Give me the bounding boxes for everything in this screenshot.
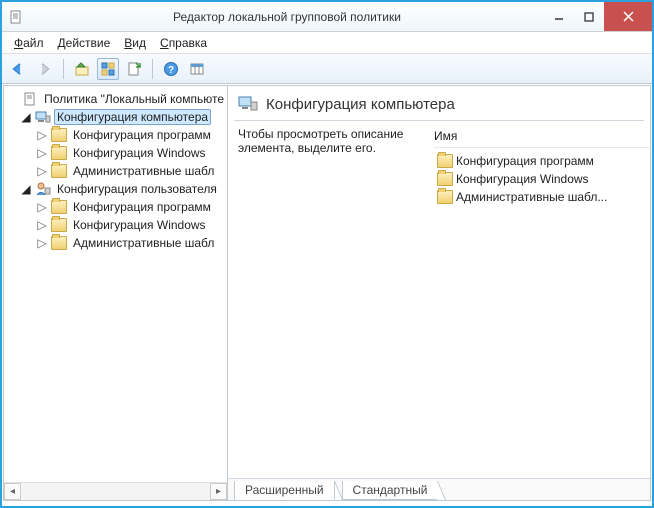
list-item-label: Административные шабл...: [456, 190, 607, 204]
tree-label: Политика "Локальный компьюте: [41, 91, 227, 107]
policy-icon: [23, 91, 39, 107]
tree-label: Конфигурация пользователя: [54, 181, 220, 197]
folder-icon: [51, 146, 67, 160]
tree-label: Конфигурация программ: [70, 199, 214, 215]
menu-view[interactable]: Вид: [118, 34, 152, 52]
window-controls: [544, 2, 652, 31]
tree-root[interactable]: Политика "Локальный компьюте: [4, 90, 227, 108]
list-view[interactable]: Имя Конфигурация программ Конфигурация W…: [434, 127, 650, 478]
collapse-icon[interactable]: ◢: [20, 111, 32, 123]
horizontal-scrollbar[interactable]: ◂ ▸: [4, 482, 227, 500]
toolbar-separator: [63, 59, 64, 79]
folder-icon: [51, 236, 67, 250]
tab-standard[interactable]: Стандартный: [342, 481, 439, 500]
app-icon: [8, 9, 24, 25]
folder-icon: [51, 218, 67, 232]
tab-extended[interactable]: Расширенный: [234, 481, 335, 500]
menu-action[interactable]: Действие: [52, 34, 117, 52]
toolbar: ?: [2, 54, 652, 84]
tab-slope: [437, 481, 445, 500]
user-icon: [35, 181, 51, 197]
tree-label: Конфигурация Windows: [70, 217, 209, 233]
tree-item[interactable]: ▷ Административные шабл: [4, 234, 227, 252]
window-title: Редактор локальной групповой политики: [30, 10, 544, 24]
scroll-right-button[interactable]: ▸: [210, 483, 227, 500]
help-button[interactable]: ?: [160, 58, 182, 80]
up-button[interactable]: [71, 58, 93, 80]
expand-icon[interactable]: ▷: [36, 201, 48, 213]
tree-label: Конфигурация компьютера: [54, 109, 211, 125]
list-item-label: Конфигурация программ: [456, 154, 594, 168]
close-button[interactable]: [604, 2, 652, 31]
folder-icon: [437, 190, 453, 204]
tree-item[interactable]: ▷ Конфигурация программ: [4, 198, 227, 216]
svg-text:?: ?: [168, 65, 174, 76]
expand-icon[interactable]: ▷: [36, 147, 48, 159]
list-item[interactable]: Конфигурация программ: [434, 152, 650, 170]
folder-icon: [437, 172, 453, 186]
filter-button[interactable]: [186, 58, 208, 80]
menu-file[interactable]: Файл: [8, 34, 50, 52]
list-item[interactable]: Административные шабл...: [434, 188, 650, 206]
tree[interactable]: Политика "Локальный компьюте ◢ Конфигура…: [4, 86, 227, 482]
folder-icon: [51, 128, 67, 142]
tree-item[interactable]: ▷ Конфигурация Windows: [4, 216, 227, 234]
details-title: Конфигурация компьютера: [266, 96, 455, 113]
folder-icon: [51, 200, 67, 214]
expand-icon[interactable]: ▷: [36, 237, 48, 249]
blank: [8, 93, 20, 105]
tree-label: Конфигурация Windows: [70, 145, 209, 161]
scroll-left-button[interactable]: ◂: [4, 483, 21, 500]
menubar: Файл Действие Вид Справка: [2, 32, 652, 54]
details-body: Чтобы просмотреть описание элемента, выд…: [228, 121, 650, 478]
folder-icon: [437, 154, 453, 168]
collapse-icon[interactable]: ◢: [20, 183, 32, 195]
column-header-name[interactable]: Имя: [434, 127, 650, 148]
expand-icon[interactable]: ▷: [36, 219, 48, 231]
toolbar-separator: [152, 59, 153, 79]
back-button[interactable]: [8, 58, 30, 80]
computer-icon: [238, 94, 258, 114]
expand-icon[interactable]: ▷: [36, 129, 48, 141]
titlebar[interactable]: Редактор локальной групповой политики: [2, 2, 652, 32]
forward-button[interactable]: [34, 58, 56, 80]
expand-icon[interactable]: ▷: [36, 165, 48, 177]
menu-help[interactable]: Справка: [154, 34, 213, 52]
tree-label: Конфигурация программ: [70, 127, 214, 143]
tabs: Расширенный Стандартный: [228, 478, 650, 500]
tree-pane: Политика "Локальный компьюте ◢ Конфигура…: [4, 86, 228, 500]
tree-item[interactable]: ▷ Конфигурация Windows: [4, 144, 227, 162]
list-item[interactable]: Конфигурация Windows: [434, 170, 650, 188]
tree-item[interactable]: ▷ Административные шабл: [4, 162, 227, 180]
properties-button[interactable]: [97, 58, 119, 80]
content: Политика "Локальный компьюте ◢ Конфигура…: [3, 85, 651, 501]
list-item-label: Конфигурация Windows: [456, 172, 589, 186]
tree-label: Административные шабл: [70, 163, 217, 179]
maximize-button[interactable]: [574, 2, 604, 31]
window: Редактор локальной групповой политики Фа…: [1, 1, 653, 507]
statusbar: [2, 502, 652, 506]
refresh-button[interactable]: [123, 58, 145, 80]
minimize-button[interactable]: [544, 2, 574, 31]
details-header: Конфигурация компьютера: [228, 86, 650, 120]
tree-label: Административные шабл: [70, 235, 217, 251]
folder-icon: [51, 164, 67, 178]
tree-item[interactable]: ▷ Конфигурация программ: [4, 126, 227, 144]
tab-slope: [334, 481, 342, 500]
tree-user-config[interactable]: ◢ Конфигурация пользователя: [4, 180, 227, 198]
description-text: Чтобы просмотреть описание элемента, выд…: [238, 127, 434, 478]
details-pane: Конфигурация компьютера Чтобы просмотрет…: [228, 86, 650, 500]
computer-icon: [35, 109, 51, 125]
tree-computer-config[interactable]: ◢ Конфигурация компьютера: [4, 108, 227, 126]
